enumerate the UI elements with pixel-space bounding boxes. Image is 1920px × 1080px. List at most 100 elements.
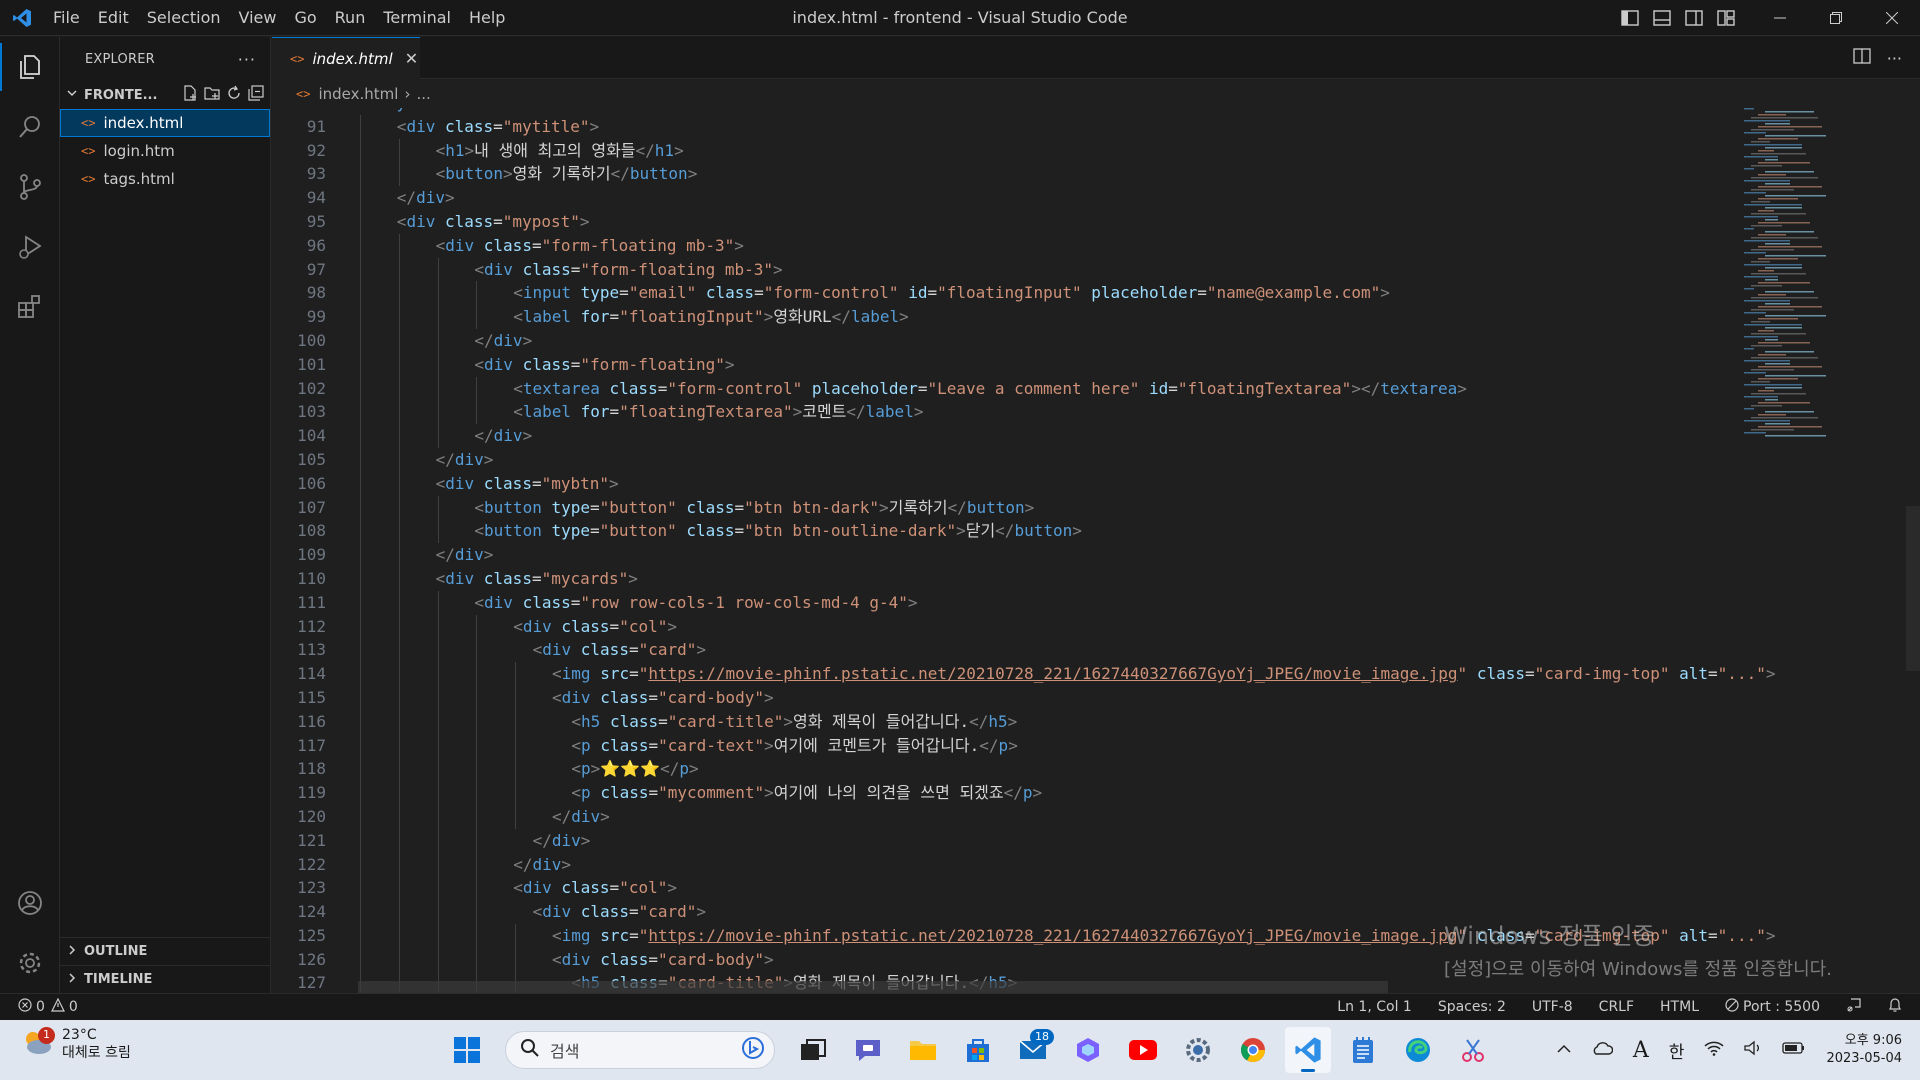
menu-help[interactable]: Help (460, 0, 514, 36)
youtube-icon[interactable] (1120, 1027, 1166, 1073)
code-line[interactable]: 90 <body> (272, 108, 1782, 115)
settings-gear-icon[interactable] (1175, 1027, 1221, 1073)
cursor-position[interactable]: Ln 1, Col 1 (1337, 999, 1412, 1015)
code-line[interactable]: 112 <div class="col"> (272, 614, 1782, 639)
timeline-section[interactable]: TIMELINE (60, 965, 270, 993)
start-windows-icon[interactable] (444, 1027, 490, 1073)
outline-section[interactable]: OUTLINE (60, 937, 270, 965)
vscode-logo-icon[interactable] (0, 0, 44, 36)
code-line[interactable]: 100 </div> (272, 328, 1782, 353)
toggle-panel-icon[interactable] (1646, 0, 1678, 36)
indentation[interactable]: Spaces: 2 (1438, 999, 1506, 1015)
collapse-all-icon[interactable] (248, 85, 264, 105)
minimap[interactable] (1740, 108, 1860, 438)
code-line[interactable]: 115 <div class="card-body"> (272, 685, 1782, 710)
live-server-port[interactable]: Port : 5500 (1725, 998, 1820, 1016)
code-line[interactable]: 122 </div> (272, 852, 1782, 877)
new-folder-icon[interactable] (204, 85, 220, 105)
toggle-secondary-sidebar-icon[interactable] (1678, 0, 1710, 36)
refresh-icon[interactable] (226, 85, 242, 105)
ime-indicator[interactable]: 한 (1669, 1038, 1685, 1063)
code-line[interactable]: 123 <div class="col"> (272, 876, 1782, 901)
code-line[interactable]: 102 <textarea class="form-control" placeh… (272, 376, 1782, 401)
volume-icon[interactable] (1744, 1040, 1762, 1060)
onedrive-cloud-icon[interactable] (1591, 1041, 1614, 1059)
vscode-taskbar-icon[interactable] (1285, 1027, 1331, 1073)
menu-selection[interactable]: Selection (138, 0, 230, 36)
file-item-index-html[interactable]: <> index.html (60, 109, 270, 137)
code-line[interactable]: 92 <h1>내 생애 최고의 영화들</h1> (272, 138, 1782, 163)
code-line[interactable]: 94 </div> (272, 186, 1782, 210)
code-line[interactable]: 108 <button type="button" class="btn btn-… (272, 519, 1782, 544)
folder-section[interactable]: FRONTE... (60, 81, 270, 109)
code-line[interactable]: 118 <p>⭐⭐⭐</p> (272, 757, 1782, 782)
feedback-icon[interactable] (1846, 997, 1862, 1017)
vertical-scrollbar[interactable] (1906, 506, 1920, 671)
menu-run[interactable]: Run (326, 0, 375, 36)
customize-layout-icon[interactable] (1710, 0, 1742, 36)
search-icon[interactable] (0, 97, 60, 157)
new-file-icon[interactable] (182, 85, 198, 105)
code-line[interactable]: 121 </div> (272, 828, 1782, 853)
close-tab-icon[interactable]: ✕ (405, 49, 418, 68)
chrome-icon[interactable] (1230, 1027, 1276, 1073)
explorer-icon[interactable] (0, 37, 60, 97)
code-line[interactable]: 101 <div class="form-floating"> (272, 352, 1782, 377)
code-line[interactable]: 109 </div> (272, 543, 1782, 567)
code-line[interactable]: 95 <div class="mypost"> (272, 209, 1782, 234)
notepad-icon[interactable] (1340, 1027, 1386, 1073)
encoding[interactable]: UTF-8 (1532, 999, 1573, 1015)
toggle-primary-sidebar-icon[interactable] (1614, 0, 1646, 36)
code-editor[interactable]: 90<body>91<div class="mytitle">92<h1>내 생… (272, 108, 1920, 993)
file-explorer-icon[interactable] (900, 1027, 946, 1073)
minimize-icon[interactable] (1752, 0, 1808, 36)
language-mode[interactable]: HTML (1660, 999, 1699, 1015)
show-hidden-icons-chevron-icon[interactable] (1557, 1042, 1571, 1058)
code-lines[interactable]: 90<body>91<div class="mytitle">92<h1>내 생… (272, 108, 1782, 993)
file-item-login-htm[interactable]: <> login.htm (60, 137, 270, 165)
code-line[interactable]: 116 <h5 class="card-title">영화 제목이 들어갑니다.<… (272, 709, 1782, 734)
snipping-tool-icon[interactable] (1450, 1027, 1496, 1073)
code-line[interactable]: 114 <img src="https://movie-phinf.pstatic… (272, 662, 1782, 686)
accounts-icon[interactable] (0, 873, 60, 933)
code-line[interactable]: 96 <div class="form-floating mb-3"> (272, 233, 1782, 258)
code-line[interactable]: 105 </div> (272, 447, 1782, 472)
code-line[interactable]: 117 <p class="card-text">여기에 코멘트가 들어갑니다.<… (272, 733, 1782, 758)
run-debug-icon[interactable] (0, 217, 60, 277)
teams-chat-icon[interactable] (845, 1027, 891, 1073)
manage-gear-icon[interactable] (0, 933, 60, 993)
extensions-icon[interactable] (0, 277, 60, 337)
code-line[interactable]: 98 <input type="email" class="form-contro… (272, 281, 1782, 306)
menu-file[interactable]: File (44, 0, 89, 36)
notifications-bell-icon[interactable] (1888, 997, 1902, 1017)
code-line[interactable]: 120 </div> (272, 804, 1782, 829)
taskbar-search[interactable]: 검색 (505, 1031, 775, 1069)
code-line[interactable]: 103 <label for="floatingTextarea">코멘트</la… (272, 400, 1782, 425)
code-line[interactable]: 111 <div class="row row-cols-1 row-cols-m… (272, 590, 1782, 615)
tab-index-html[interactable]: <> index.html ✕ (272, 37, 420, 79)
code-line[interactable]: 106 <div class="mybtn"> (272, 471, 1782, 496)
close-window-icon[interactable] (1864, 0, 1920, 36)
code-line[interactable]: 97 <div class="form-floating mb-3"> (272, 257, 1782, 282)
code-line[interactable]: 119 <p class="mycomment">여기에 나의 의견을 쓰면 되겠… (272, 781, 1782, 805)
mail-icon[interactable]: 18 (1010, 1027, 1056, 1073)
breadcrumb-rest[interactable]: ... (416, 85, 430, 103)
wifi-icon[interactable] (1704, 1040, 1724, 1060)
split-editor-icon[interactable] (1853, 48, 1871, 68)
problems-indicator[interactable]: 0 0 (0, 997, 78, 1016)
code-line[interactable]: 113 <div class="card"> (272, 638, 1782, 663)
horizontal-scrollbar[interactable] (358, 981, 1388, 993)
breadcrumb-file[interactable]: index.html (318, 85, 398, 103)
menu-view[interactable]: View (230, 0, 286, 36)
copilot-icon[interactable] (1065, 1027, 1111, 1073)
menu-go[interactable]: Go (285, 0, 325, 36)
clock[interactable]: 오후 9:06 2023-05-04 (1826, 1032, 1902, 1068)
edge-icon[interactable] (1395, 1027, 1441, 1073)
microsoft-store-icon[interactable] (955, 1027, 1001, 1073)
code-line[interactable]: 93 <button>영화 기록하기</button> (272, 162, 1782, 187)
code-line[interactable]: 110 <div class="mycards"> (272, 566, 1782, 591)
menu-terminal[interactable]: Terminal (374, 0, 460, 36)
battery-icon[interactable] (1782, 1041, 1806, 1059)
code-line[interactable]: 91 <div class="mytitle"> (272, 114, 1782, 139)
menu-edit[interactable]: Edit (89, 0, 138, 36)
